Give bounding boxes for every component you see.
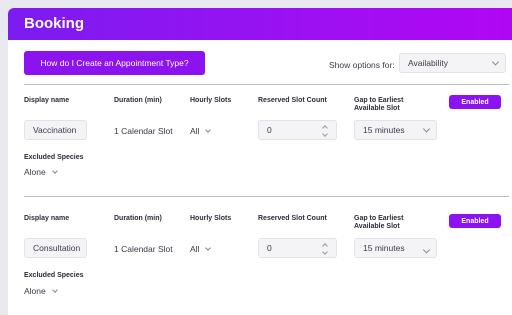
divider bbox=[24, 196, 509, 197]
col-gap-line1: Gap to Earliest bbox=[354, 97, 404, 104]
display-name-field[interactable]: Consultation bbox=[24, 238, 87, 258]
hourly-slots-value: All bbox=[190, 244, 200, 254]
divider bbox=[24, 84, 509, 85]
excluded-species-dropdown[interactable]: Alone bbox=[24, 286, 58, 296]
reserved-slot-count-stepper[interactable]: 0 bbox=[258, 238, 337, 258]
create-appointment-type-help-button[interactable]: How do I Create an Appointment Type? bbox=[24, 51, 205, 75]
col-reserved-slot-count: Reserved Slot Count bbox=[258, 215, 327, 222]
gap-select[interactable]: 15 minutes bbox=[354, 238, 437, 258]
excluded-species-value: Alone bbox=[24, 286, 46, 296]
stepper-arrows-icon[interactable] bbox=[322, 243, 329, 255]
hourly-slots-dropdown[interactable]: All bbox=[190, 126, 212, 136]
chevron-down-icon bbox=[422, 125, 431, 133]
col-duration: Duration (min) bbox=[114, 97, 162, 104]
chevron-down-icon bbox=[51, 287, 58, 293]
col-hourly-slots: Hourly Slots bbox=[190, 215, 232, 222]
stepper-arrows-icon[interactable] bbox=[322, 125, 329, 137]
chevron-down-icon bbox=[491, 58, 500, 66]
chevron-down-icon bbox=[422, 246, 431, 254]
enabled-toggle-button[interactable]: Enabled bbox=[449, 95, 501, 109]
display-name-field[interactable]: Vaccination bbox=[24, 120, 87, 140]
chevron-down-icon bbox=[205, 127, 212, 133]
gap-select[interactable]: 15 minutes bbox=[354, 120, 437, 140]
col-duration: Duration (min) bbox=[114, 215, 162, 222]
hourly-slots-value: All bbox=[190, 126, 200, 136]
show-options-select[interactable]: Availability bbox=[399, 53, 506, 73]
excluded-species-dropdown[interactable]: Alone bbox=[24, 167, 58, 177]
excluded-species-label: Excluded Species bbox=[24, 272, 84, 279]
col-display-name: Display name bbox=[24, 97, 70, 104]
enabled-toggle-button[interactable]: Enabled bbox=[449, 214, 501, 228]
booking-card: Booking How do I Create an Appointment T… bbox=[8, 8, 512, 315]
excluded-species-label: Excluded Species bbox=[24, 154, 84, 161]
duration-value: 1 Calendar Slot bbox=[114, 244, 173, 254]
reserved-slot-count-value: 0 bbox=[267, 125, 272, 135]
chevron-down-icon bbox=[51, 168, 58, 174]
gap-value: 15 minutes bbox=[363, 125, 405, 135]
duration-value: 1 Calendar Slot bbox=[114, 126, 173, 136]
chevron-down-icon bbox=[205, 245, 212, 251]
show-options-value: Availability bbox=[408, 58, 449, 68]
hourly-slots-dropdown[interactable]: All bbox=[190, 244, 212, 254]
col-hourly-slots: Hourly Slots bbox=[190, 97, 232, 104]
col-gap: Gap to Earliest Available Slot bbox=[354, 97, 403, 113]
col-gap-line2: Available Slot bbox=[354, 105, 400, 112]
page-title: Booking bbox=[24, 15, 84, 32]
booking-header: Booking bbox=[8, 8, 512, 40]
gap-value: 15 minutes bbox=[363, 243, 405, 253]
col-gap: Gap to Earliest Available Slot bbox=[354, 215, 403, 231]
col-gap-line1: Gap to Earliest bbox=[354, 215, 404, 222]
col-gap-line2: Available Slot bbox=[354, 223, 400, 230]
reserved-slot-count-value: 0 bbox=[267, 243, 272, 253]
col-display-name: Display name bbox=[24, 215, 70, 222]
show-options-label: Show options for: bbox=[329, 60, 395, 70]
reserved-slot-count-stepper[interactable]: 0 bbox=[258, 120, 337, 140]
excluded-species-value: Alone bbox=[24, 167, 46, 177]
col-reserved-slot-count: Reserved Slot Count bbox=[258, 97, 327, 104]
